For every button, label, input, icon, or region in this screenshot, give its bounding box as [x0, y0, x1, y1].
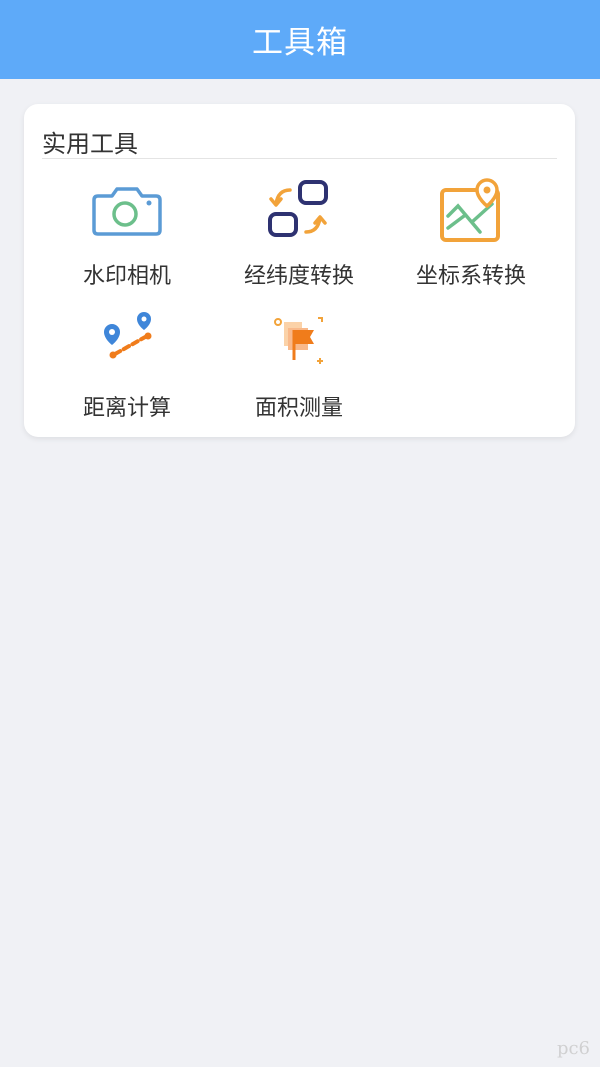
divider	[42, 158, 557, 159]
coordinate-swap-icon	[268, 180, 328, 237]
tool-label: 坐标系转换	[415, 264, 526, 289]
camera-icon	[92, 187, 162, 236]
map-pin-icon	[440, 178, 500, 242]
tool-label: 水印相机	[82, 264, 171, 289]
tool-label: 经纬度转换	[243, 264, 354, 289]
tool-watermark-camera[interactable]: 水印相机	[42, 176, 212, 296]
flag-area-icon	[274, 317, 323, 364]
tools-card: 实用工具 水印相机 经纬度转换 坐标系转换 距离计算 面积测量	[24, 104, 575, 437]
tool-latlng-convert[interactable]: 经纬度转换	[214, 176, 384, 296]
watermark-logo: pc6	[556, 1038, 590, 1059]
tool-label: 面积测量	[254, 396, 343, 421]
tool-coord-system-convert[interactable]: 坐标系转换	[386, 176, 556, 296]
tool-label: 距离计算	[82, 396, 171, 421]
distance-icon	[104, 312, 152, 359]
page-title: 工具箱	[252, 25, 348, 61]
app-header: 工具箱	[0, 0, 600, 79]
section-title: 实用工具	[42, 130, 138, 158]
tool-area-measure[interactable]: 面积测量	[214, 308, 384, 428]
tool-distance-calc[interactable]: 距离计算	[42, 308, 212, 428]
